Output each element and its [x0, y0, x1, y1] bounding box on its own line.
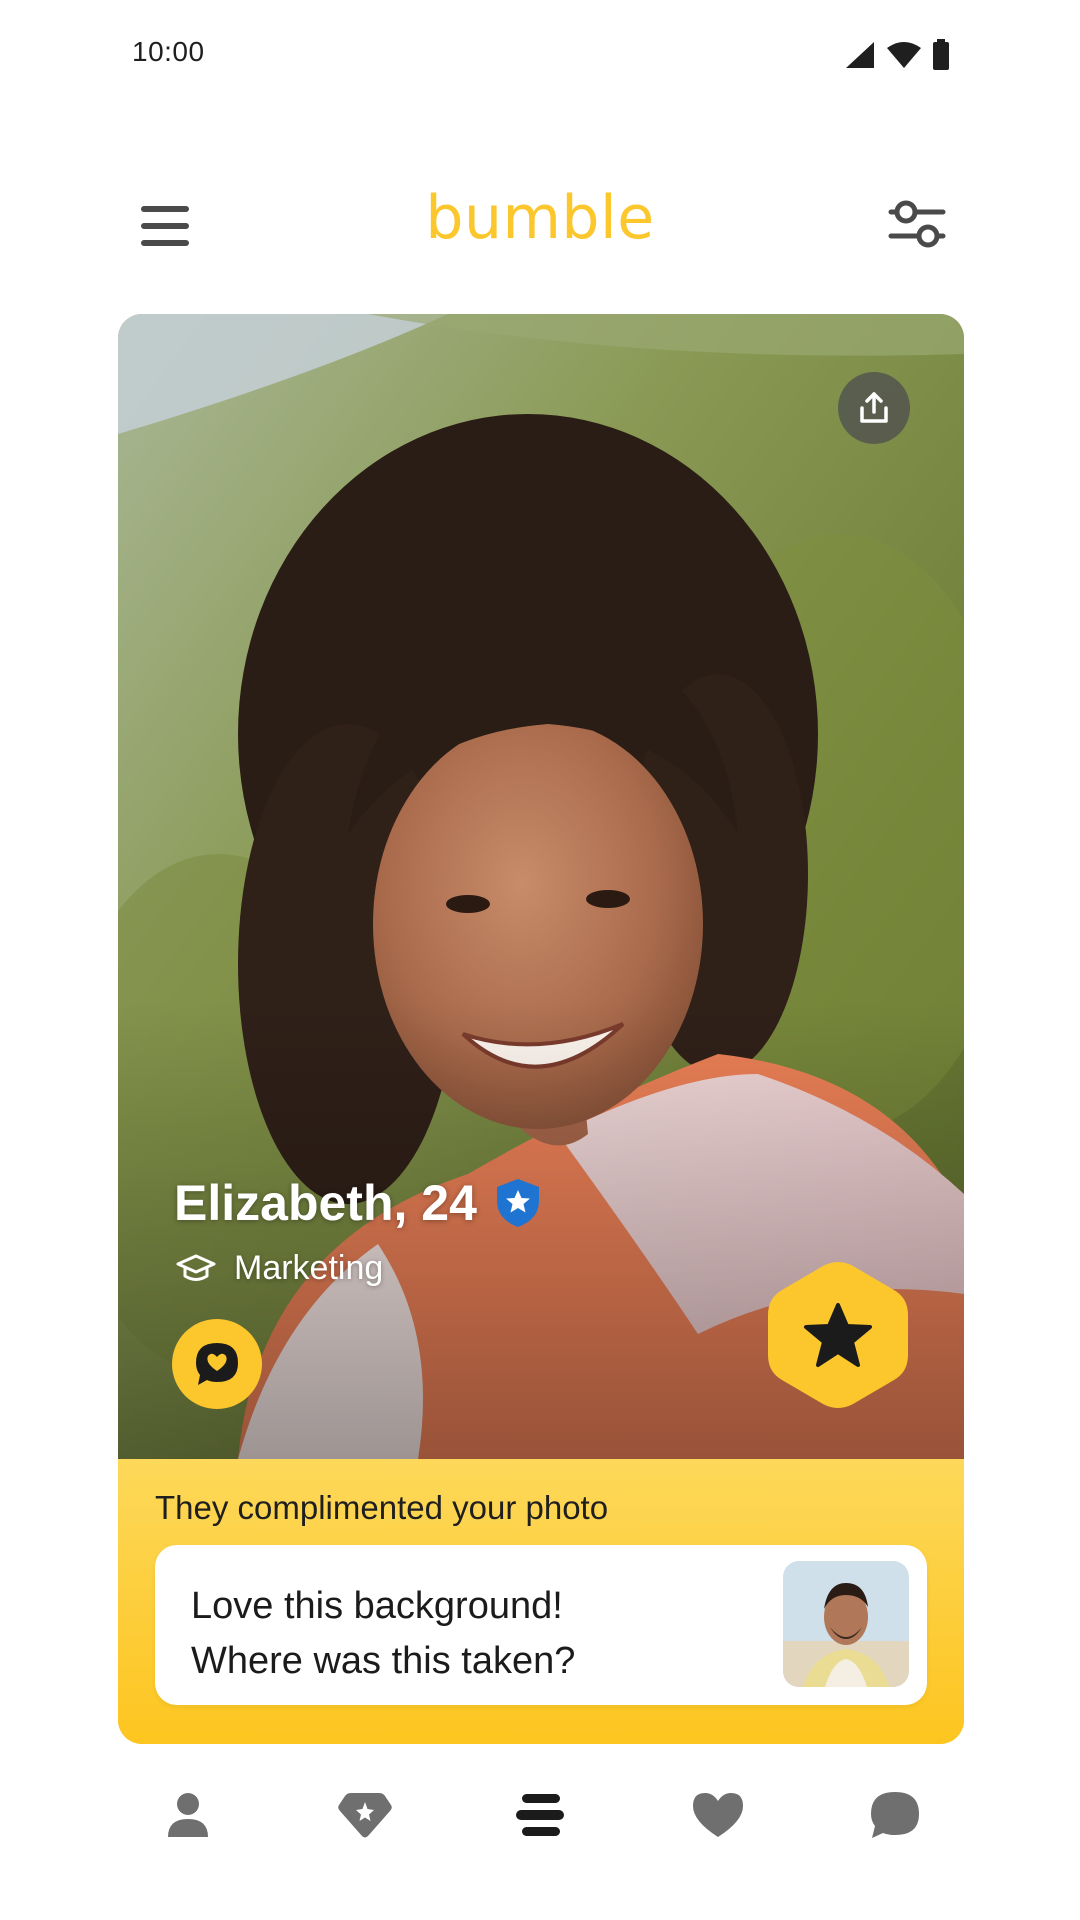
profile-name-row: Elizabeth, 24 — [174, 1174, 541, 1232]
battery-icon — [933, 39, 949, 70]
verified-shield-icon — [496, 1179, 539, 1227]
filter-button[interactable] — [882, 190, 952, 260]
liked-you-heart-icon — [693, 1793, 743, 1837]
compliment-line-2: Where was this taken? — [191, 1640, 576, 1682]
compliment-button[interactable] — [172, 1319, 262, 1409]
compliment-chat-heart-icon — [196, 1343, 238, 1385]
nav-chat[interactable] — [855, 1780, 935, 1850]
bottom-nav — [0, 1760, 1080, 1870]
graduation-cap-icon — [176, 1254, 216, 1281]
wifi-icon — [887, 42, 921, 68]
superswipe-button[interactable] — [768, 1260, 908, 1410]
filter-sliders-icon — [888, 200, 946, 248]
chat-bubble-icon — [871, 1792, 919, 1838]
nav-people[interactable] — [500, 1780, 580, 1850]
profile-icon — [168, 1793, 208, 1837]
people-stack-icon — [516, 1794, 564, 1836]
superswipe-star-icon — [804, 1303, 872, 1367]
profile-card[interactable]: Elizabeth, 24 Marketing They complimente… — [118, 314, 964, 1744]
discover-diamond-icon — [338, 1793, 392, 1838]
nav-discover[interactable] — [325, 1780, 405, 1850]
share-button[interactable] — [838, 372, 910, 444]
sender-avatar[interactable] — [783, 1561, 909, 1687]
app-header: bumble — [0, 170, 1080, 280]
compliment-heading: They complimented your photo — [155, 1489, 609, 1526]
compliment-line-1: Love this background! — [191, 1585, 563, 1627]
nav-profile[interactable] — [148, 1780, 228, 1850]
sender-avatar-image — [783, 1561, 909, 1687]
status-bar: 10:00 — [0, 0, 1080, 110]
compliment-message[interactable]: Love this background! Where was this tak… — [155, 1545, 927, 1705]
status-icons — [844, 38, 950, 72]
status-time: 10:00 — [132, 36, 205, 67]
share-icon — [860, 392, 888, 423]
profile-job: Marketing — [234, 1249, 384, 1287]
profile-photo[interactable]: Elizabeth, 24 Marketing — [118, 314, 964, 1459]
signal-icon — [846, 42, 874, 68]
compliment-panel[interactable]: They complimented your photo Love this b… — [118, 1459, 964, 1744]
profile-name: Elizabeth, 24 — [174, 1175, 477, 1231]
compliment-text: Love this background! Where was this tak… — [191, 1579, 751, 1689]
profile-job-row: Marketing — [176, 1249, 383, 1288]
nav-liked-you[interactable] — [678, 1780, 758, 1850]
